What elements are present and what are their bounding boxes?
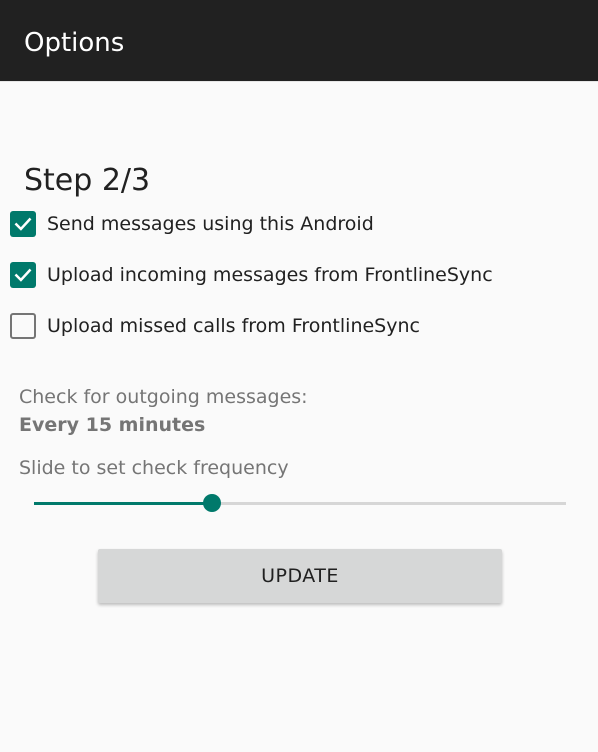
upload-missed-calls-checkbox[interactable] xyxy=(10,313,36,339)
app-bar-title: Options xyxy=(24,28,125,58)
check-frequency-slider[interactable] xyxy=(34,490,566,518)
check-icon xyxy=(14,217,32,231)
upload-missed-calls-label: Upload missed calls from FrontlineSync xyxy=(47,315,420,337)
slider-fill xyxy=(34,502,213,505)
send-messages-checkbox[interactable] xyxy=(10,211,36,237)
slider-thumb[interactable] xyxy=(203,494,222,512)
upload-incoming-label: Upload incoming messages from FrontlineS… xyxy=(47,264,493,286)
slider-hint: Slide to set check frequency xyxy=(19,457,289,479)
frequency-value: Every 15 minutes xyxy=(19,414,206,436)
step-title: Step 2/3 xyxy=(24,163,151,198)
option-upload-missed-calls[interactable]: Upload missed calls from FrontlineSync xyxy=(10,311,570,341)
update-button[interactable]: UPDATE xyxy=(98,549,502,603)
frequency-heading: Check for outgoing messages: xyxy=(19,386,308,408)
send-messages-label: Send messages using this Android xyxy=(47,213,374,235)
upload-incoming-checkbox[interactable] xyxy=(10,262,36,288)
check-icon xyxy=(14,268,32,282)
app-bar: Options xyxy=(0,0,598,82)
option-send-messages[interactable]: Send messages using this Android xyxy=(10,209,570,239)
option-upload-incoming[interactable]: Upload incoming messages from FrontlineS… xyxy=(10,260,570,290)
